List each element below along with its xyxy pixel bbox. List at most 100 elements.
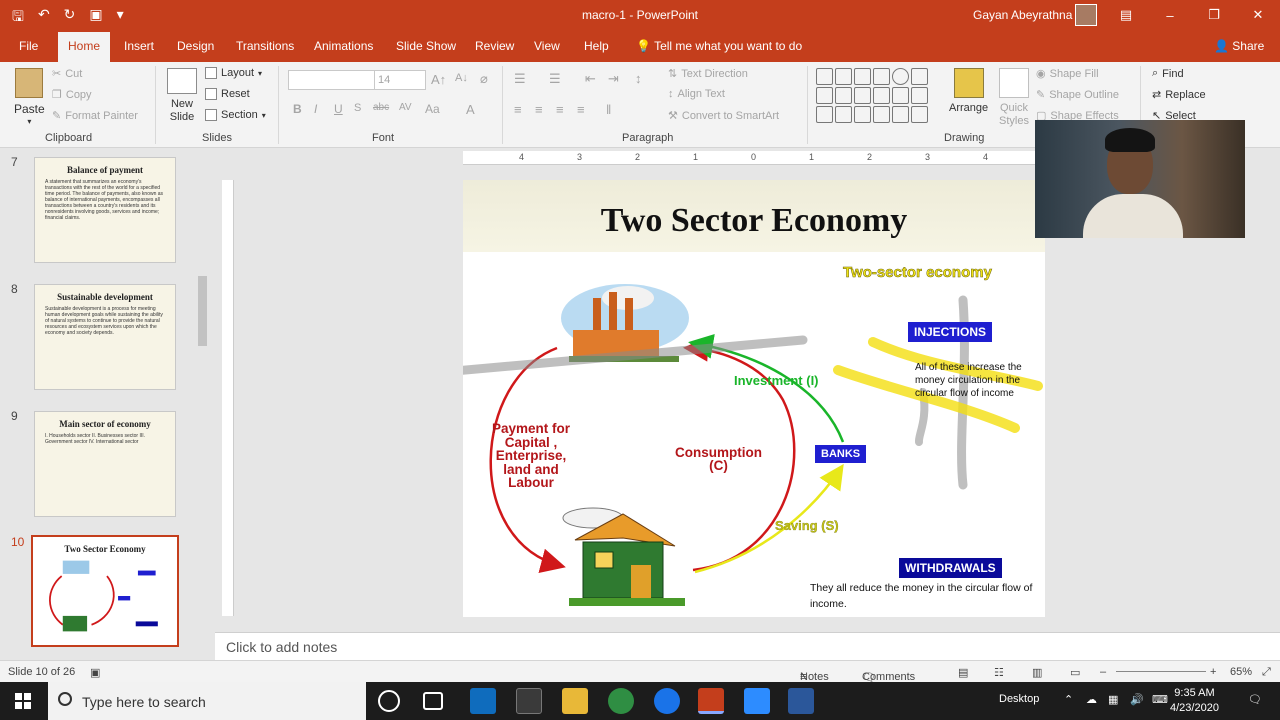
ribbon-display-options-icon[interactable]: ▤	[1104, 0, 1148, 30]
paste-button[interactable]: Paste ▾	[14, 68, 45, 126]
zoom-slider[interactable]	[1116, 671, 1206, 672]
tab-review[interactable]: Review	[475, 39, 514, 53]
character-spacing-icon[interactable]: AV	[399, 102, 412, 113]
brace-shape-icon[interactable]	[873, 106, 890, 123]
rectangle-shape-icon[interactable]	[911, 68, 928, 85]
triangle-shape-icon[interactable]	[816, 87, 833, 104]
tab-slide-show[interactable]: Slide Show	[396, 39, 456, 53]
line-spacing-icon[interactable]: ↕	[635, 71, 642, 86]
strikethrough-icon[interactable]: abc	[373, 102, 389, 113]
slide-thumbnail-10[interactable]: Two Sector Economy	[31, 535, 179, 647]
rectangle-shape-icon[interactable]	[873, 68, 890, 85]
slide-canvas[interactable]: Two Sector Economy Two-sector economy IN…	[463, 180, 1045, 617]
underline-icon[interactable]: U	[334, 102, 343, 116]
chevron-up-icon[interactable]: ⌃	[1064, 693, 1073, 706]
zoom-icon[interactable]	[744, 688, 770, 714]
connector-shape-icon[interactable]	[854, 87, 871, 104]
section-button[interactable]: Section ▾	[205, 109, 266, 121]
copy-button[interactable]: ❐ Copy	[52, 88, 92, 102]
outlook-icon[interactable]	[470, 688, 496, 714]
justify-icon[interactable]: ≡	[577, 102, 585, 117]
cut-button[interactable]: ✂ Cut	[52, 67, 82, 81]
scrollbar-thumb[interactable]	[198, 276, 207, 346]
fit-to-window-icon[interactable]: ⤢	[1262, 666, 1271, 679]
shape-fill-button[interactable]: ◉ Shape Fill	[1036, 67, 1099, 81]
cortana-icon[interactable]	[378, 690, 400, 712]
notification-icon[interactable]: 🗨	[1248, 693, 1262, 706]
connector-shape-icon[interactable]	[835, 87, 852, 104]
bold-icon[interactable]: B	[293, 102, 302, 116]
accessibility-icon[interactable]: ▣	[90, 666, 100, 679]
edge-icon[interactable]	[654, 688, 680, 714]
brace-shape-icon[interactable]	[892, 106, 909, 123]
decrease-font-icon[interactable]: A↓	[455, 72, 468, 84]
zoom-out-icon[interactable]: –	[1100, 666, 1106, 678]
find-button[interactable]: ⌕ Find	[1152, 67, 1184, 80]
normal-view-icon[interactable]: ▤	[958, 666, 968, 679]
freeform-shape-icon[interactable]	[854, 106, 871, 123]
tab-insert[interactable]: Insert	[124, 39, 154, 53]
desktop-label[interactable]: Desktop	[999, 693, 1039, 705]
align-center-icon[interactable]: ≡	[535, 102, 543, 117]
change-case-icon[interactable]: Aa	[425, 102, 440, 116]
convert-smartart-button[interactable]: ⚒ Convert to SmartArt	[668, 109, 779, 123]
textbox-shape-icon[interactable]	[816, 68, 833, 85]
taskbar-search[interactable]: Type here to search	[48, 682, 366, 720]
clear-formatting-icon[interactable]: ⌀	[480, 71, 488, 87]
reset-button[interactable]: Reset	[205, 88, 250, 100]
start-button[interactable]	[0, 682, 46, 720]
tab-animations[interactable]: Animations	[314, 39, 373, 53]
align-text-button[interactable]: ↕ Align Text	[668, 88, 725, 100]
align-left-icon[interactable]: ≡	[514, 102, 522, 117]
increase-indent-icon[interactable]: ⇥	[608, 71, 619, 87]
cloud-icon[interactable]: ☁	[1086, 693, 1097, 706]
slide-thumbnail-8[interactable]: Sustainable development Sustainable deve…	[34, 284, 176, 390]
slide-sorter-icon[interactable]: ☷	[994, 666, 1004, 679]
slide-show-icon[interactable]: ▭	[1070, 666, 1080, 679]
star-shape-icon[interactable]	[911, 106, 928, 123]
maximize-icon[interactable]: ❐	[1192, 0, 1236, 30]
curve-shape-icon[interactable]	[835, 106, 852, 123]
columns-icon[interactable]: ‖	[606, 102, 611, 117]
file-explorer-icon[interactable]	[562, 688, 588, 714]
tell-me-search[interactable]: 💡 Tell me what you want to do	[636, 39, 802, 53]
format-painter-button[interactable]: ✎ Format Painter	[52, 109, 138, 123]
font-size-select[interactable]: 14	[374, 70, 426, 90]
layout-button[interactable]: Layout ▾	[205, 67, 262, 79]
arrange-button[interactable]: Arrange	[949, 68, 988, 114]
arrow-shape-icon[interactable]	[911, 87, 928, 104]
tab-design[interactable]: Design	[177, 39, 214, 53]
replace-button[interactable]: ⇄ Replace	[1152, 88, 1206, 102]
text-direction-button[interactable]: ⇅ Text Direction	[668, 67, 748, 81]
quick-styles-button[interactable]: Quick Styles	[994, 68, 1034, 128]
minimize-icon[interactable]: –	[1148, 0, 1192, 30]
reading-view-icon[interactable]: ▥	[1032, 666, 1042, 679]
shape-outline-button[interactable]: ✎ Shape Outline	[1036, 88, 1119, 102]
zoom-level[interactable]: 65%	[1230, 666, 1252, 678]
arrow-shape-icon[interactable]	[892, 87, 909, 104]
close-icon[interactable]: ✕	[1236, 0, 1280, 30]
decrease-indent-icon[interactable]: ⇤	[585, 71, 596, 87]
arrow-shape-icon[interactable]	[873, 87, 890, 104]
bullets-icon[interactable]: ☰	[514, 71, 526, 87]
tab-help[interactable]: Help	[584, 39, 609, 53]
font-name-select[interactable]	[288, 70, 376, 90]
share-button[interactable]: 👤 Share	[1214, 39, 1264, 53]
volume-icon[interactable]: 🔊	[1130, 693, 1144, 706]
align-right-icon[interactable]: ≡	[556, 102, 564, 117]
clock[interactable]: 9:35 AM 4/23/2020	[1170, 686, 1219, 716]
oval-shape-icon[interactable]	[892, 68, 909, 85]
new-slide-button[interactable]: New Slide	[166, 68, 198, 124]
increase-font-icon[interactable]: A↑	[431, 72, 446, 87]
tab-transitions[interactable]: Transitions	[236, 39, 294, 53]
slide-thumbnail-7[interactable]: Balance of payment A statement that summ…	[34, 157, 176, 263]
user-name[interactable]: Gayan Abeyrathna	[973, 8, 1072, 22]
tab-view[interactable]: View	[534, 39, 560, 53]
notes-pane[interactable]: Click to add notes	[215, 632, 1280, 660]
zoom-in-icon[interactable]: +	[1210, 666, 1216, 678]
chrome-icon[interactable]	[608, 688, 634, 714]
line-shape-icon[interactable]	[854, 68, 871, 85]
slide-thumbnail-9[interactable]: Main sector of economy I. Households sec…	[34, 411, 176, 517]
thumbnail-scrollbar[interactable]	[196, 148, 209, 660]
line-shape-icon[interactable]	[835, 68, 852, 85]
